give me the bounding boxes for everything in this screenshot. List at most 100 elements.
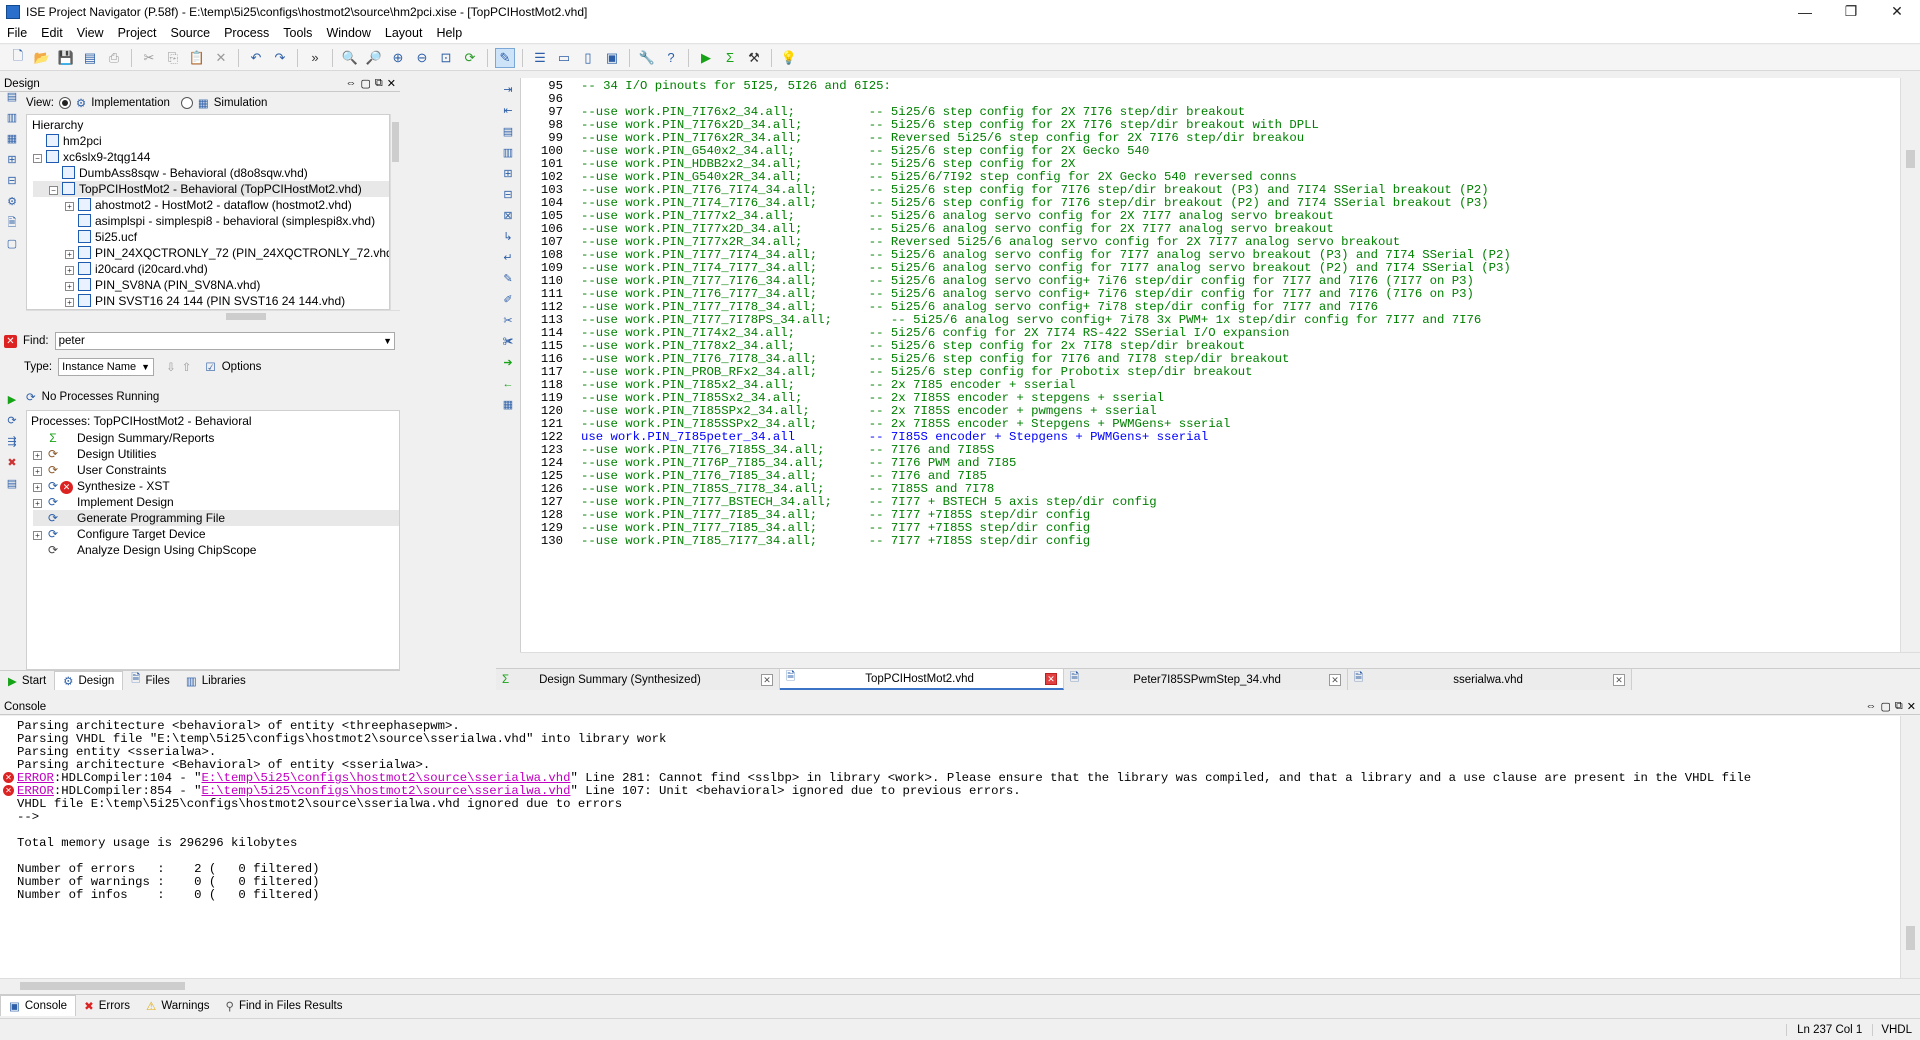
maximize-panel-icon[interactable]: ⧉ (375, 77, 383, 90)
expander-icon[interactable]: + (65, 282, 74, 291)
hierarchy-icon[interactable]: ⊞ (4, 152, 20, 168)
undo-icon[interactable]: ↶ (246, 48, 266, 68)
cascade-icon[interactable]: ☰ (530, 48, 550, 68)
insert-icon[interactable]: ✀ (500, 334, 516, 350)
menu-edit[interactable]: Edit (34, 26, 70, 40)
back-icon[interactable]: ← (500, 376, 516, 392)
add-copy-icon[interactable]: ▦ (4, 131, 20, 147)
process-item[interactable]: + ⟳ Configure Target Device (33, 526, 399, 542)
menu-file[interactable]: File (0, 26, 34, 40)
expander-icon[interactable]: − (49, 186, 58, 195)
wrap-icon[interactable]: ↵ (500, 250, 516, 266)
close-tab-icon[interactable]: ✕ (761, 673, 773, 686)
tree-item[interactable]: + i20card (i20card.vhd) (33, 261, 389, 277)
rerun-icon[interactable]: ⟳ (4, 413, 20, 429)
tree-hscroll-thumb[interactable] (226, 313, 266, 320)
forward-icon[interactable]: ➔ (500, 355, 516, 371)
view-source-icon[interactable]: 🗎 (4, 215, 20, 231)
expander-icon[interactable]: + (33, 499, 42, 508)
process-properties-icon[interactable]: ▤ (4, 476, 20, 492)
restore-icon[interactable]: ▢ (361, 77, 371, 90)
expander-icon[interactable]: + (65, 250, 74, 259)
close-tab-icon[interactable]: ✕ (1613, 673, 1625, 686)
library-icon[interactable]: ▢ (4, 236, 20, 252)
console-hscroll-thumb[interactable] (20, 982, 185, 990)
overflow-icon[interactable]: » (305, 48, 325, 68)
bookmark-icon[interactable]: ⊞ (500, 166, 516, 182)
float-icon[interactable]: ⇔ (1866, 700, 1877, 713)
expander-icon[interactable]: − (33, 154, 42, 163)
menu-tools[interactable]: Tools (276, 26, 319, 40)
options-label[interactable]: Options (222, 361, 262, 373)
zoom-full-icon[interactable]: ⊕ (388, 48, 408, 68)
bookmark-prev-icon[interactable]: ⊠ (500, 208, 516, 224)
expander-icon[interactable]: + (65, 202, 74, 211)
file-link[interactable]: E:\temp\5i25\configs\hostmot2\source\sse… (202, 771, 571, 785)
properties-icon[interactable]: ⚙ (4, 194, 20, 210)
menu-source[interactable]: Source (163, 26, 217, 40)
tree-item[interactable]: + ahostmot2 - HostMot2 - dataflow (hostmo… (33, 197, 389, 213)
indent-icon[interactable]: ⇥ (500, 82, 516, 98)
editor-hscrollbar[interactable] (520, 652, 1920, 664)
delete-icon[interactable]: ✕ (211, 48, 231, 68)
window-icon[interactable]: ▣ (602, 48, 622, 68)
float-icon[interactable]: ⇔ (346, 77, 357, 90)
tree-item[interactable]: + PIN_SV8NA (PIN_SV8NA.vhd) (33, 277, 389, 293)
expander-icon[interactable]: + (65, 266, 74, 275)
close-find-icon[interactable]: ✕ (4, 334, 17, 348)
error-link[interactable]: ERROR (17, 784, 54, 798)
paste-icon[interactable]: 📋 (187, 48, 207, 68)
run-icon[interactable]: ▶ (696, 48, 716, 68)
tree-item[interactable]: + PIN_24XQCTRONLY_72 (PIN_24XQCTRONLY_72.… (33, 245, 389, 261)
menu-view[interactable]: View (70, 26, 111, 40)
expander-icon[interactable]: + (33, 531, 42, 540)
save-icon[interactable]: 💾 (56, 48, 76, 68)
tree-item[interactable]: − xc6slx9-2tqg144 (33, 149, 389, 165)
tile-horizontal-icon[interactable]: ▭ (554, 48, 574, 68)
format-icon[interactable]: ✎ (500, 271, 516, 287)
expander-icon[interactable]: + (33, 467, 42, 476)
tab-toppcihostmot2[interactable]: 🗎 TopPCIHostMot2.vhd ✕ (780, 669, 1064, 690)
tab-sserialwa[interactable]: 🗎 sserialwa.vhd ✕ (1348, 669, 1632, 690)
radio-simulation[interactable] (180, 97, 193, 109)
simulation-label[interactable]: Simulation (214, 97, 268, 109)
tab-files[interactable]: 🗎 Files (123, 671, 178, 690)
maximize-panel-icon[interactable]: ⧉ (1895, 700, 1903, 713)
menu-layout[interactable]: Layout (378, 26, 430, 40)
settings-wrench-icon[interactable]: 🔧 (637, 48, 657, 68)
console-output[interactable]: Parsing architecture <behavioral> of ent… (0, 716, 1900, 978)
rerun-all-icon[interactable]: ⇶ (4, 434, 20, 450)
goto-icon[interactable]: ↳ (500, 229, 516, 245)
close-panel-icon[interactable]: ✕ (1907, 700, 1916, 713)
remove-icon[interactable]: ⊟ (4, 173, 20, 189)
open-icon[interactable]: 📂 (32, 48, 52, 68)
tree-item[interactable]: hm2pci (33, 133, 389, 149)
template-icon[interactable]: ▦ (500, 397, 516, 413)
outdent-icon[interactable]: ⇤ (500, 103, 516, 119)
expander-icon[interactable]: + (65, 298, 74, 307)
zoom-area-icon[interactable]: ⊡ (436, 48, 456, 68)
copy-icon[interactable]: ⎘ (163, 48, 183, 68)
code-line[interactable]: 95 -- 34 I/O pinouts for 5I25, 5I26 and 6… (521, 80, 1900, 93)
highlight-icon[interactable]: ✎ (495, 47, 515, 68)
expander-icon[interactable]: + (33, 483, 42, 492)
console-vscroll-thumb[interactable] (1906, 926, 1915, 950)
close-window-button[interactable]: ✕ (1874, 0, 1920, 23)
run-process-icon[interactable]: ▶ (4, 392, 20, 408)
minimize-button[interactable]: — (1782, 0, 1828, 23)
close-tab-icon[interactable]: ✕ (1329, 673, 1341, 686)
tree-item[interactable]: DumbAss8sqw - Behavioral (d8o8sqw.vhd) (33, 165, 389, 181)
code-editor[interactable]: 95 -- 34 I/O pinouts for 5I25, 5I26 and 6… (520, 78, 1900, 652)
error-link[interactable]: ERROR (17, 771, 54, 785)
find-dropdown-icon[interactable]: ▼ (382, 336, 394, 346)
editor-vscroll-thumb[interactable] (1906, 150, 1915, 168)
menu-window[interactable]: Window (319, 26, 377, 40)
help-icon[interactable]: ? (661, 48, 681, 68)
lightbulb-icon[interactable]: 💡 (779, 48, 799, 68)
tab-design[interactable]: ⚙ Design (54, 671, 124, 690)
menu-process[interactable]: Process (217, 26, 276, 40)
stop-icon[interactable]: ✖ (4, 455, 20, 471)
process-item[interactable]: ⟳ Generate Programming File (33, 510, 399, 526)
process-item[interactable]: + ⟳ Implement Design (33, 494, 399, 510)
tab-design-summary[interactable]: Σ Design Summary (Synthesized) ✕ (496, 669, 780, 690)
